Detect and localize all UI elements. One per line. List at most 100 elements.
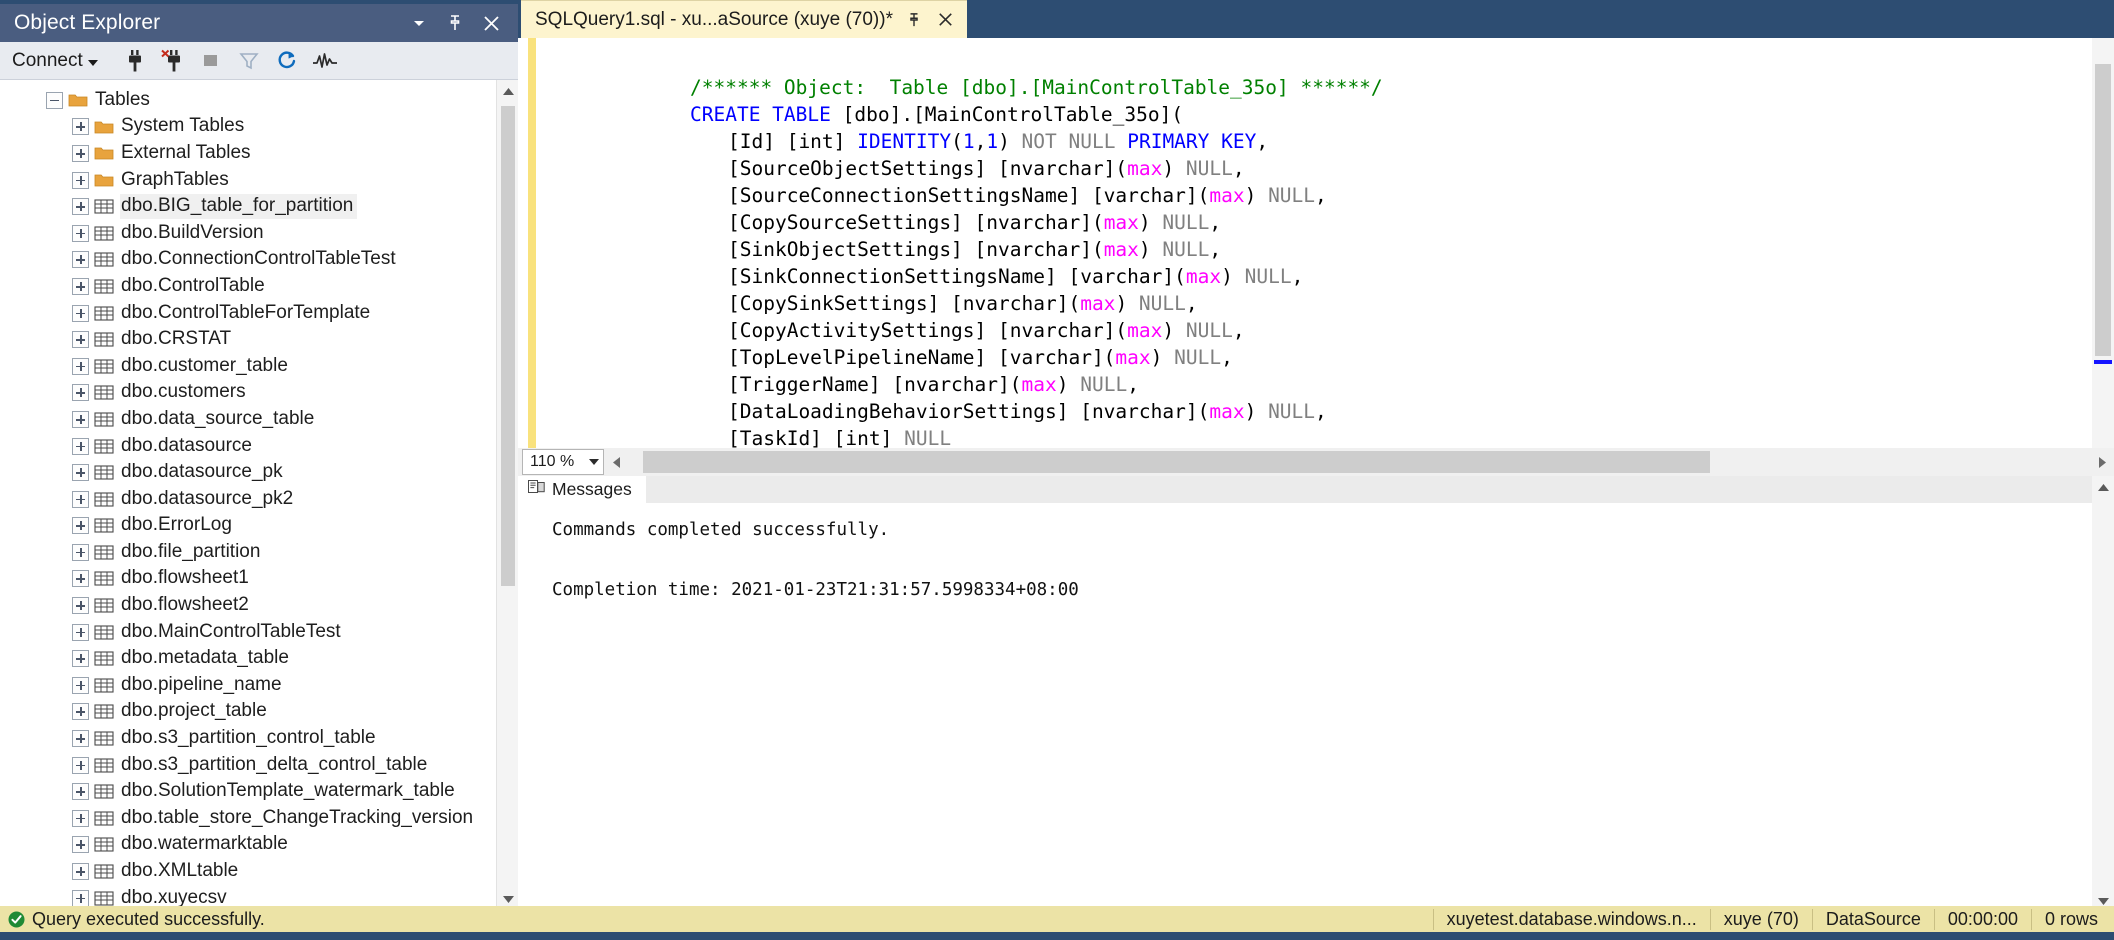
scroll-left-icon[interactable] [604, 449, 628, 475]
tree-item-dbo-watermarktable[interactable]: dbo.watermarktable [0, 832, 496, 859]
pin-icon[interactable] [903, 9, 925, 31]
scroll-right-icon[interactable] [2090, 449, 2114, 475]
tree-scroll-thumb[interactable] [501, 106, 515, 586]
expand-icon[interactable] [72, 544, 89, 561]
editor-tabstrip: SQLQuery1.sql - xu...aSource (xuye (70))… [518, 0, 2114, 38]
tree-item-dbo-xmltable[interactable]: dbo.XMLtable [0, 858, 496, 885]
expand-icon[interactable] [72, 278, 89, 295]
editor-vertical-scrollbar[interactable] [2092, 38, 2114, 448]
expand-icon[interactable] [72, 624, 89, 641]
chevron-down-icon[interactable] [408, 12, 430, 34]
expand-icon[interactable] [72, 677, 89, 694]
tree-vertical-scrollbar[interactable] [496, 80, 518, 910]
expand-icon[interactable] [72, 145, 89, 162]
tree-item-dbo-flowsheet1[interactable]: dbo.flowsheet1 [0, 566, 496, 593]
tree-item-dbo-buildversion[interactable]: dbo.BuildVersion [0, 220, 496, 247]
expand-icon[interactable] [72, 650, 89, 667]
expand-icon[interactable] [72, 438, 89, 455]
activity-monitor-icon[interactable] [310, 47, 340, 75]
code-token: max [1104, 211, 1139, 234]
tree-item-graphtables[interactable]: GraphTables [0, 167, 496, 194]
expand-icon[interactable] [72, 358, 89, 375]
expand-icon[interactable] [72, 464, 89, 481]
connect-button[interactable]: Connect [10, 48, 104, 74]
tree-item-dbo-controltable[interactable]: dbo.ControlTable [0, 273, 496, 300]
refresh-icon[interactable] [272, 47, 302, 75]
tree-item-dbo-datasource-pk[interactable]: dbo.datasource_pk [0, 459, 496, 486]
tree-item-dbo-file-partition[interactable]: dbo.file_partition [0, 539, 496, 566]
tree-item-label: dbo.customers [120, 380, 250, 405]
expand-icon[interactable] [72, 517, 89, 534]
tree-item-dbo-connectioncontroltabletest[interactable]: dbo.ConnectionControlTableTest [0, 247, 496, 274]
message-line: Commands completed successfully. [552, 515, 2114, 545]
messages-icon [528, 479, 545, 500]
tree-item-dbo-table-store-changetracking-version[interactable]: dbo.table_store_ChangeTracking_version [0, 805, 496, 832]
expand-icon[interactable] [72, 730, 89, 747]
code-token: , [975, 130, 987, 153]
tab-label: SQLQuery1.sql - xu...aSource (xuye (70))… [535, 9, 893, 31]
messages-text[interactable]: Commands completed successfully. Complet… [518, 503, 2114, 912]
tree-item-dbo-flowsheet2[interactable]: dbo.flowsheet2 [0, 592, 496, 619]
expand-icon[interactable] [72, 198, 89, 215]
tree-item-tables[interactable]: Tables [0, 87, 496, 114]
collapse-icon[interactable] [46, 92, 63, 109]
expand-icon[interactable] [72, 251, 89, 268]
pin-icon[interactable] [444, 12, 466, 34]
connect-plug-icon[interactable] [120, 47, 150, 75]
expand-icon[interactable] [72, 703, 89, 720]
expand-icon[interactable] [72, 810, 89, 827]
scroll-up-icon[interactable] [497, 80, 518, 102]
editor-zoom-select[interactable]: 110 % [522, 449, 604, 475]
editor-hscroll-track[interactable] [628, 449, 2090, 475]
tree-item-dbo-s3-partition-delta-control-table[interactable]: dbo.s3_partition_delta_control_table [0, 752, 496, 779]
expand-icon[interactable] [72, 890, 89, 907]
expand-icon[interactable] [72, 331, 89, 348]
expand-icon[interactable] [72, 225, 89, 242]
tree-item-external-tables[interactable]: External Tables [0, 140, 496, 167]
expand-icon[interactable] [72, 570, 89, 587]
expand-icon[interactable] [72, 783, 89, 800]
tab-sqlquery1[interactable]: SQLQuery1.sql - xu...aSource (xuye (70))… [521, 0, 967, 38]
expand-icon[interactable] [72, 118, 89, 135]
tree-item-dbo-errorlog[interactable]: dbo.ErrorLog [0, 513, 496, 540]
tree-item-dbo-pipeline-name[interactable]: dbo.pipeline_name [0, 672, 496, 699]
close-icon[interactable] [935, 9, 957, 31]
expand-icon[interactable] [72, 836, 89, 853]
tree-item-dbo-solutiontemplate-watermark-table[interactable]: dbo.SolutionTemplate_watermark_table [0, 778, 496, 805]
tree-item-dbo-project-table[interactable]: dbo.project_table [0, 699, 496, 726]
expand-icon[interactable] [72, 863, 89, 880]
editor-scroll-thumb[interactable] [2095, 64, 2111, 356]
expand-icon[interactable] [72, 757, 89, 774]
tree-item-dbo-datasource-pk2[interactable]: dbo.datasource_pk2 [0, 486, 496, 513]
stop-icon[interactable] [196, 47, 226, 75]
close-icon[interactable] [480, 12, 502, 34]
tab-messages[interactable]: Messages [518, 476, 646, 503]
object-explorer-tree[interactable]: TablesSystem TablesExternal TablesGraphT… [0, 80, 496, 910]
expand-icon[interactable] [72, 491, 89, 508]
disconnect-plug-icon[interactable] [158, 47, 188, 75]
editor-hscroll-thumb[interactable] [643, 451, 1710, 473]
expand-icon[interactable] [72, 305, 89, 322]
tree-item-dbo-customers[interactable]: dbo.customers [0, 380, 496, 407]
ssms-window: Object Explorer Connect [0, 0, 2114, 940]
tree-item-dbo-datasource[interactable]: dbo.datasource [0, 433, 496, 460]
results-vertical-scrollbar[interactable] [2092, 476, 2114, 912]
tree-item-system-tables[interactable]: System Tables [0, 114, 496, 141]
tree-item-dbo-maincontroltabletest[interactable]: dbo.MainControlTableTest [0, 619, 496, 646]
scroll-up-icon[interactable] [2092, 476, 2114, 498]
expand-icon[interactable] [72, 172, 89, 189]
tree-item-dbo-data-source-table[interactable]: dbo.data_source_table [0, 406, 496, 433]
tree-item-dbo-controltablefortemplate[interactable]: dbo.ControlTableForTemplate [0, 300, 496, 327]
tree-item-dbo-crstat[interactable]: dbo.CRSTAT [0, 326, 496, 353]
tree-item-dbo-big-table-for-partition[interactable]: dbo.BIG_table_for_partition [0, 193, 496, 220]
expand-icon[interactable] [72, 384, 89, 401]
sql-code-text[interactable]: /****** Object: Table [dbo].[MainControl… [542, 38, 2092, 448]
code-line: /****** Object: Table [dbo].[MainControl… [542, 74, 2092, 101]
expand-icon[interactable] [72, 411, 89, 428]
expand-icon[interactable] [72, 597, 89, 614]
tree-item-dbo-metadata-table[interactable]: dbo.metadata_table [0, 645, 496, 672]
tree-item-dbo-s3-partition-control-table[interactable]: dbo.s3_partition_control_table [0, 725, 496, 752]
filter-icon[interactable] [234, 47, 264, 75]
tree-item-dbo-customer-table[interactable]: dbo.customer_table [0, 353, 496, 380]
tree-item-label: dbo.pipeline_name [120, 673, 286, 698]
